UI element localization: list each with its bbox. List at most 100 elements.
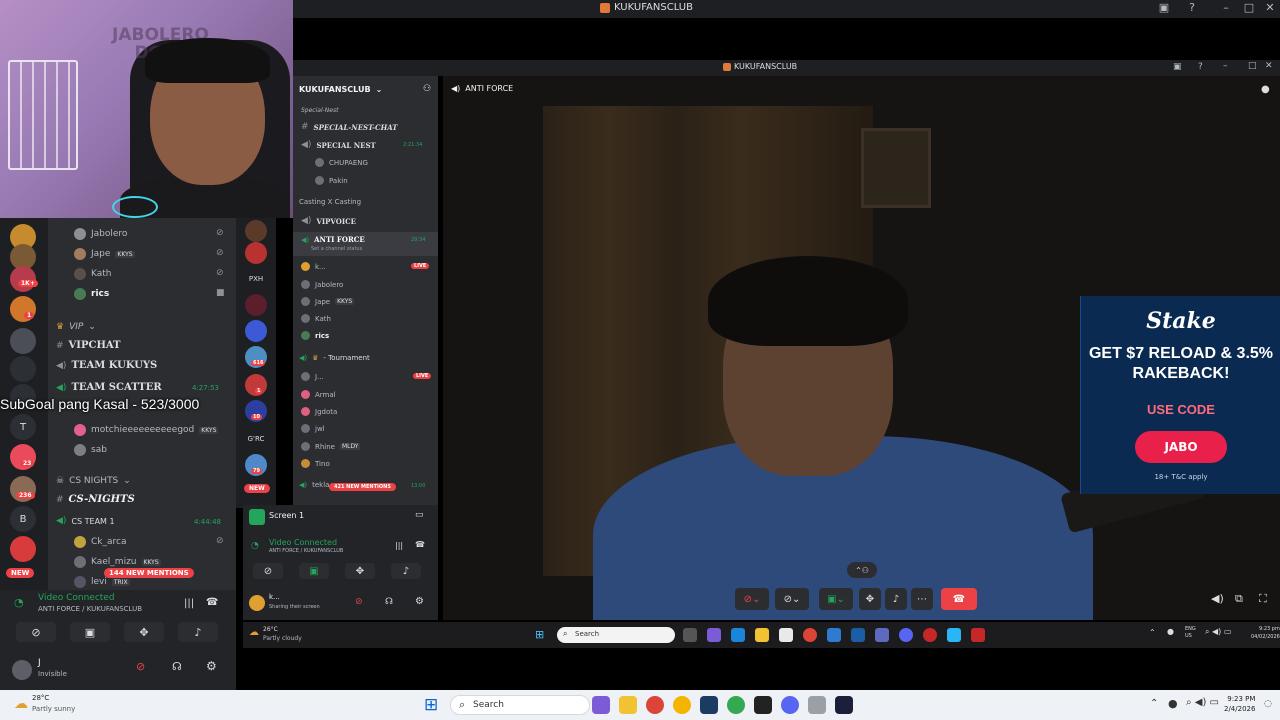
disconnect-icon[interactable]: ☎ bbox=[415, 540, 425, 549]
taskview-icon[interactable] bbox=[683, 628, 697, 642]
camera-off-button[interactable]: ⊘ bbox=[16, 622, 56, 642]
category-casting[interactable]: Casting X Casting bbox=[299, 198, 361, 206]
avatar[interactable] bbox=[249, 595, 265, 611]
server-icon[interactable]: 79 bbox=[245, 454, 267, 476]
teams-icon[interactable] bbox=[875, 628, 889, 642]
member-row[interactable]: Kael_mizu KKYS bbox=[74, 556, 161, 568]
server-icon[interactable]: B bbox=[10, 506, 36, 532]
mic-muted-icon[interactable]: ⊘ bbox=[136, 660, 145, 673]
chrome-icon[interactable] bbox=[673, 696, 691, 714]
explorer-icon[interactable] bbox=[755, 628, 769, 642]
server-icon[interactable]: 616 bbox=[245, 346, 267, 368]
screen-label[interactable]: Screen 1 bbox=[269, 511, 304, 520]
maximize-button[interactable]: □ bbox=[1238, 1, 1260, 14]
language-indicator[interactable]: ENG US bbox=[1185, 626, 1196, 640]
noise-suppression-icon[interactable]: ||| bbox=[395, 541, 403, 550]
app-icon[interactable] bbox=[947, 628, 961, 642]
member-row[interactable]: Ck_arca bbox=[74, 536, 126, 548]
screen-share-icon[interactable]: ▣ bbox=[1173, 62, 1182, 72]
member-row[interactable]: Pakin bbox=[315, 176, 348, 185]
tray-chevron-icon[interactable]: ⌃ bbox=[1150, 698, 1158, 709]
channel-vipchat[interactable]: # VIPCHAT bbox=[56, 340, 121, 351]
tray-chevron-icon[interactable]: ⌃ bbox=[1149, 628, 1156, 637]
mic-muted-button[interactable]: ⊘⌄ bbox=[735, 588, 769, 610]
screen-share-button[interactable]: ▣ bbox=[70, 622, 110, 642]
new-mentions-badge[interactable]: 421 NEW MENTIONS bbox=[329, 483, 396, 491]
stake-ad[interactable]: Stake GET $7 RELOAD & 3.5% RAKEBACK! USE… bbox=[1080, 296, 1280, 494]
soundboard-button[interactable]: ♪ bbox=[885, 588, 907, 610]
popout-icon[interactable]: ⧉ bbox=[1235, 592, 1243, 606]
chrome-icon[interactable] bbox=[646, 696, 664, 714]
voice-location[interactable]: ANTI FORCE / KUKUFANSCLUB bbox=[269, 548, 343, 554]
add-member-icon[interactable]: ⚇ bbox=[423, 84, 431, 94]
voice-status[interactable]: Video Connected bbox=[269, 538, 337, 547]
member-row[interactable]: Tino bbox=[301, 459, 330, 468]
server-icon[interactable]: 1 bbox=[245, 374, 267, 396]
help-icon[interactable]: ? bbox=[1198, 62, 1203, 72]
app-icon[interactable] bbox=[923, 628, 937, 642]
taskbar-search[interactable]: ⌕ Search bbox=[450, 695, 590, 715]
server-icon[interactable] bbox=[10, 356, 36, 382]
avatar[interactable] bbox=[12, 660, 32, 680]
more-options-button[interactable]: ⋯ bbox=[911, 588, 933, 610]
tray-app-icon[interactable]: ● bbox=[1167, 627, 1174, 636]
member-row[interactable]: J... bbox=[301, 372, 324, 381]
ad-code-button[interactable]: JABO bbox=[1135, 431, 1227, 463]
member-row[interactable]: rics bbox=[74, 288, 109, 300]
server-icon[interactable] bbox=[245, 220, 267, 242]
weather-icon[interactable]: ☁ bbox=[14, 696, 28, 712]
soundboard-button[interactable]: ♪ bbox=[391, 563, 421, 579]
server-icon[interactable]: T bbox=[10, 414, 36, 440]
chrome-icon[interactable] bbox=[727, 696, 745, 714]
signal-icon[interactable]: ◔ bbox=[14, 596, 24, 609]
minimize-button[interactable]: – bbox=[1223, 61, 1228, 71]
voice-status[interactable]: Video Connected bbox=[38, 593, 115, 603]
activities-button[interactable]: ✥ bbox=[124, 622, 164, 642]
screen-share-icon[interactable]: ▣ bbox=[1153, 1, 1175, 14]
close-button[interactable]: ✕ bbox=[1259, 1, 1280, 14]
disconnect-icon[interactable]: ☎ bbox=[206, 597, 218, 608]
new-mentions-badge[interactable]: 144 NEW MENTIONS bbox=[104, 568, 194, 578]
app-icon[interactable] bbox=[754, 696, 772, 714]
weather-temp[interactable]: 28°C bbox=[32, 694, 49, 702]
clock[interactable]: 9:23 PM 2/4/2026 bbox=[1224, 694, 1255, 714]
channel-special-nest-chat[interactable]: # SPECIAL-NEST-CHAT bbox=[301, 122, 398, 132]
mic-muted-icon[interactable]: ⊘ bbox=[355, 597, 363, 607]
server-icon[interactable]: 236 bbox=[10, 476, 36, 502]
member-row[interactable]: k... bbox=[301, 262, 326, 271]
signal-icon[interactable]: ◔ bbox=[251, 541, 259, 551]
copilot-icon[interactable] bbox=[592, 696, 610, 714]
activities-button[interactable]: ✥ bbox=[859, 588, 881, 610]
taskbar-search[interactable]: ⌕ Search bbox=[557, 627, 675, 643]
windows-start-icon[interactable]: ⊞ bbox=[424, 695, 438, 715]
weather-icon[interactable]: ☁ bbox=[249, 627, 259, 638]
channel-anti-force[interactable]: ◀) ANTI FORCE bbox=[301, 235, 365, 244]
steam-icon[interactable] bbox=[851, 628, 865, 642]
copilot-icon[interactable] bbox=[707, 628, 721, 642]
server-icon[interactable] bbox=[245, 294, 267, 316]
member-row[interactable]: Jape KKYS bbox=[74, 248, 135, 260]
member-row[interactable]: Armal bbox=[301, 390, 336, 399]
explorer-icon[interactable] bbox=[619, 696, 637, 714]
channel-tekla[interactable]: ◀) tekla bbox=[299, 481, 329, 489]
activities-button[interactable]: ✥ bbox=[345, 563, 375, 579]
discord-icon[interactable] bbox=[899, 628, 913, 642]
discord-icon[interactable] bbox=[781, 696, 799, 714]
member-row[interactable]: Rhine MLDY bbox=[301, 442, 361, 451]
member-row[interactable]: CHUPAENG bbox=[315, 158, 368, 167]
channel-tournament[interactable]: ◀) ♛ - Tournament bbox=[299, 354, 370, 362]
server-icon[interactable] bbox=[245, 242, 267, 264]
help-icon[interactable]: ? bbox=[1181, 1, 1203, 14]
new-badge[interactable]: NEW bbox=[244, 484, 270, 493]
server-icon[interactable]: 23 bbox=[10, 444, 36, 470]
server-pxh[interactable]: PXH bbox=[245, 268, 267, 290]
expand-members-button[interactable]: ⌃⚇ bbox=[847, 562, 877, 578]
server-grc[interactable]: G'RC bbox=[245, 428, 267, 450]
mic-icon[interactable]: ● bbox=[1168, 697, 1178, 710]
member-row[interactable]: Kath bbox=[74, 268, 112, 280]
channel-cs-team[interactable]: ◀) CS TEAM 1 bbox=[56, 516, 115, 526]
system-tray-icons[interactable]: ⌕ ◀) ▭ bbox=[1186, 697, 1219, 708]
member-row[interactable]: Jgdota bbox=[301, 407, 337, 416]
weather-label[interactable]: Partly cloudy bbox=[263, 635, 302, 642]
screen-share-button[interactable]: ▣ bbox=[299, 563, 329, 579]
